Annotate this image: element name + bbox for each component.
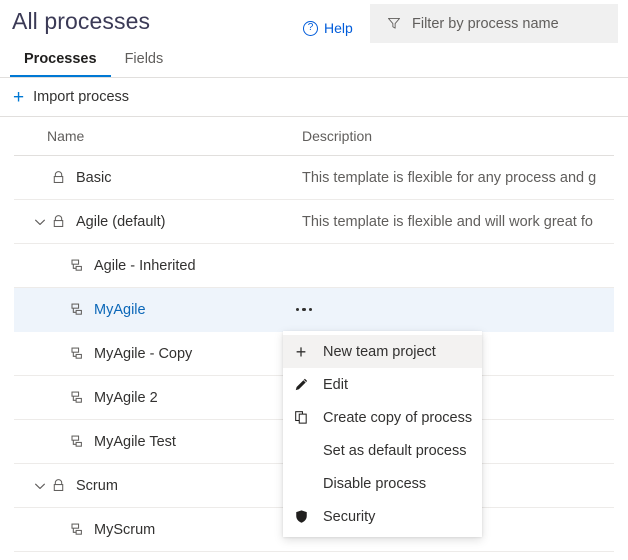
table-row[interactable]: Basic This template is flexible for any p… [14,156,614,200]
cell-name: MyScrum [14,508,302,551]
table-row[interactable]: Agile (default) This template is flexible… [14,200,614,244]
row-more-actions-button[interactable] [289,296,319,324]
cell-name: MyAgile Test [14,420,302,463]
lock-icon [50,214,66,230]
process-name: Agile (default) [76,214,165,230]
page-title: All processes [12,8,150,35]
inherited-process-icon [69,302,84,317]
command-bar: + Import process [0,78,628,117]
shield-icon [294,509,309,524]
context-menu-item[interactable]: Set as default process [283,434,482,467]
table-row[interactable]: Agile - Inherited [14,244,614,288]
table-row[interactable]: MyAgile [14,288,614,332]
context-menu-item-label: New team project [323,344,436,360]
import-process-button[interactable]: + Import process [0,78,139,116]
process-name: MyScrum [94,522,155,538]
inherited-process-icon [69,258,84,273]
inherited-process-icon [69,390,84,405]
question-circle-icon [303,21,318,36]
inherited-process-icon [68,522,84,538]
process-name: Agile - Inherited [94,258,196,274]
page-header: All processes Help [0,0,628,48]
inherited-process-icon [69,434,84,449]
lock-icon [50,170,66,186]
funnel-icon [387,17,401,30]
context-menu-item[interactable]: Disable process [283,467,482,500]
tab-fields[interactable]: Fields [111,51,178,77]
context-menu-item[interactable]: + New team project [283,335,482,368]
context-menu-item-label: Security [323,509,375,525]
process-name[interactable]: MyAgile [94,302,146,318]
cell-description [302,288,614,331]
inherited-process-icon [69,346,84,361]
lock-icon [51,214,66,229]
help-label: Help [324,20,353,36]
inherited-process-icon [68,258,84,274]
no-icon [293,476,309,492]
filter-process-box[interactable] [370,4,618,43]
process-name: Basic [76,170,111,186]
pencil-icon [294,377,309,392]
inherited-process-icon [68,390,84,406]
tab-processes[interactable]: Processes [10,51,111,77]
lock-icon [51,478,66,493]
process-name: MyAgile - Copy [94,346,192,362]
column-header-name[interactable]: Name [14,128,302,144]
import-process-label: Import process [33,89,129,105]
chevron-down-icon[interactable] [32,214,48,230]
context-menu-item[interactable]: Create copy of process [283,401,482,434]
cell-name: Agile (default) [14,200,302,243]
context-menu-item-label: Create copy of process [323,410,472,426]
process-name: MyAgile 2 [94,390,158,406]
help-link[interactable]: Help [303,20,353,36]
cell-description [302,244,614,287]
copy-icon [294,410,309,425]
context-menu-item-label: Edit [323,377,348,393]
lock-icon [51,170,66,185]
process-name: MyAgile Test [94,434,176,450]
inherited-process-icon [68,346,84,362]
context-menu-item[interactable]: Security [283,500,482,533]
context-menu-item-label: Set as default process [323,443,466,459]
process-context-menu: + New team project Edit Create copy of pr… [283,331,482,537]
cell-description: This template is flexible for any proces… [302,156,614,199]
chevron-down-icon[interactable] [32,478,48,494]
process-name: Scrum [76,478,118,494]
context-menu-item[interactable]: Edit [283,368,482,401]
cell-description: This template is flexible and will work … [302,200,614,243]
no-icon [293,443,309,459]
cell-name: MyAgile - Copy [14,332,302,375]
column-header-description[interactable]: Description [302,128,614,144]
cell-name: MyAgile [14,288,302,331]
copy-icon [293,410,309,426]
plus-icon: + [293,344,309,360]
inherited-process-icon [68,434,84,450]
lock-icon [50,478,66,494]
tab-bar: Processes Fields [0,51,628,77]
filter-process-input[interactable] [412,16,602,32]
table-header-row: Name Description [14,117,614,156]
cell-name: MyAgile 2 [14,376,302,419]
context-menu-item-label: Disable process [323,476,426,492]
pencil-icon [293,377,309,393]
cell-name: Basic [14,156,302,199]
inherited-process-icon [68,302,84,318]
inherited-process-icon [69,522,84,537]
shield-icon [293,509,309,525]
cell-name: Scrum [14,464,302,507]
cell-name: Agile - Inherited [14,244,302,287]
plus-icon: + [13,88,24,107]
